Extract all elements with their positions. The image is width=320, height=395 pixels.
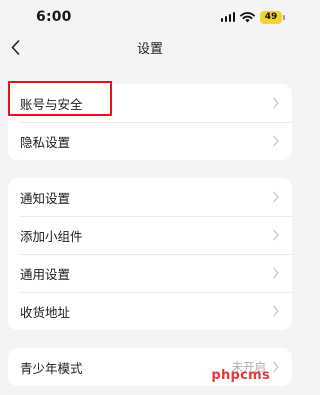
chevron-right-icon — [273, 229, 279, 241]
nav-bar: 设置 — [0, 34, 300, 60]
row-right — [272, 267, 280, 279]
wifi-icon — [240, 11, 255, 22]
row-label: 通知设置 — [20, 190, 71, 206]
row-right — [272, 229, 280, 241]
row-add-widget[interactable]: 添加小组件 — [8, 216, 292, 254]
chevron-right-icon — [273, 305, 279, 317]
row-right — [272, 97, 280, 109]
signal-icon — [220, 12, 235, 22]
settings-group-general: 通知设置 添加小组件 通用设置 收货地址 — [8, 178, 292, 330]
chevron-right-icon — [273, 135, 279, 147]
settings-group-account: 账号与安全 隐私设置 — [8, 84, 292, 160]
watermark: phpcms — [211, 368, 270, 383]
row-right — [272, 135, 280, 147]
row-label: 青少年模式 — [20, 360, 83, 376]
chevron-right-icon — [273, 191, 279, 203]
row-label: 通用设置 — [20, 266, 71, 282]
chevron-right-icon — [273, 267, 279, 279]
row-privacy-settings[interactable]: 隐私设置 — [8, 122, 292, 160]
row-label: 收货地址 — [20, 304, 71, 320]
chevron-right-icon — [273, 97, 279, 109]
status-icons: 49 — [220, 10, 285, 24]
battery-icon: 49 — [260, 10, 285, 24]
status-bar: 6:00 49 — [0, 0, 300, 34]
chevron-right-icon — [273, 361, 279, 373]
row-right — [272, 191, 280, 203]
page-title: 设置 — [136, 42, 163, 57]
row-notification-settings[interactable]: 通知设置 — [8, 178, 292, 216]
row-label: 添加小组件 — [20, 228, 83, 244]
row-label: 账号与安全 — [20, 96, 83, 112]
status-time: 6:00 — [36, 9, 72, 25]
row-label: 隐私设置 — [20, 134, 71, 150]
row-account-security[interactable]: 账号与安全 — [8, 84, 292, 122]
row-shipping-address[interactable]: 收货地址 — [8, 292, 292, 330]
row-general-settings[interactable]: 通用设置 — [8, 254, 292, 292]
row-right — [272, 305, 280, 317]
